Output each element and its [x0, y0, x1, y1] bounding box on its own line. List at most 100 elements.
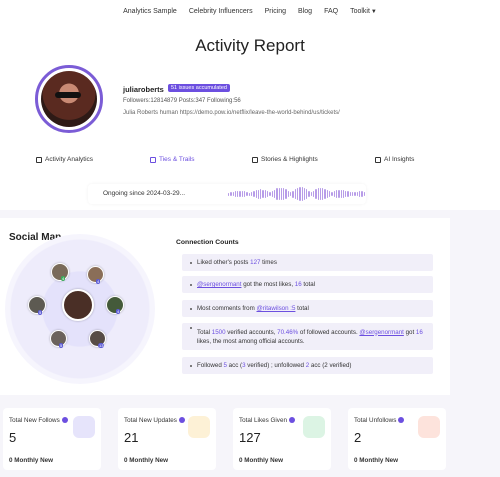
nav-toolkit[interactable]: Toolkit▼	[350, 8, 377, 15]
wave-bar	[237, 191, 239, 197]
help-icon[interactable]	[178, 417, 185, 424]
bullet-icon	[190, 307, 192, 310]
wave-bar	[312, 190, 315, 198]
stat-card-new-follows[interactable]: Total New Follows 5 0 Monthly New	[3, 408, 101, 470]
nav-faq[interactable]: FAQ	[324, 8, 338, 15]
list-item: Most comments from @ritawilson :5 total	[182, 300, 433, 317]
top-nav: Analytics Sample Celebrity Influencers P…	[0, 0, 500, 22]
report-tabs: Activity Analytics Ties & Trails Stories…	[0, 156, 500, 168]
wave-bar	[230, 192, 232, 196]
profile-node[interactable]	[62, 289, 94, 321]
connection-node[interactable]	[28, 296, 46, 314]
wave-bar	[232, 191, 234, 197]
user-minus-icon	[418, 416, 440, 438]
ongoing-banner: Ongoing since 2024-03-29...	[88, 184, 366, 204]
row-text: likes, the most among official accounts.	[197, 337, 305, 345]
tab-label: AI Insights	[384, 156, 415, 163]
wave-bar	[264, 190, 267, 198]
card-value: 2	[354, 430, 362, 445]
card-monthly: 0 Monthly New	[124, 457, 169, 464]
wave-bar	[303, 187, 306, 201]
profile-username: juliaroberts	[123, 85, 164, 94]
ongoing-text: Ongoing since 2024-03-29...	[103, 190, 186, 197]
nav-blog[interactable]: Blog	[298, 8, 312, 15]
wave-bar	[257, 189, 260, 199]
row-value: 16	[294, 281, 302, 288]
caret-down-icon: ▼	[370, 8, 377, 15]
user-link[interactable]: @ritawilson :5	[256, 305, 295, 312]
wave-bar	[280, 187, 283, 201]
help-icon[interactable]	[398, 417, 405, 424]
wave-bar	[319, 188, 322, 200]
wave-bar	[315, 189, 317, 199]
wave-bar	[354, 191, 356, 197]
wave-bar	[246, 191, 248, 197]
wave-bar	[239, 191, 241, 197]
connection-node[interactable]	[106, 296, 124, 314]
chart-icon	[303, 416, 325, 438]
stat-card-unfollows[interactable]: Total Unfollows 2 0 Monthly New	[348, 408, 446, 470]
card-label: Total New Updates	[124, 417, 177, 424]
row-text: total	[301, 281, 316, 288]
wave-bar	[292, 190, 294, 198]
row-value: 1500	[211, 328, 226, 336]
row-text: acc (	[226, 362, 243, 369]
wave-bar	[241, 191, 244, 197]
wave-bar	[333, 191, 335, 197]
nav-celebrity-influencers[interactable]: Celebrity Influencers	[189, 8, 253, 15]
nav-pricing[interactable]: Pricing	[265, 8, 286, 15]
help-icon[interactable]	[288, 417, 295, 424]
tab-label: Ties & Trails	[159, 156, 195, 163]
wave-bar	[260, 189, 262, 199]
connection-node[interactable]	[51, 263, 69, 281]
row-text: got	[403, 328, 416, 336]
wave-bar	[308, 190, 310, 198]
wave-bar	[322, 188, 324, 200]
row-value: 16	[415, 328, 423, 336]
card-label: Total Unfollows	[354, 417, 397, 424]
row-text: Liked other's posts	[197, 259, 251, 266]
tab-label: Activity Analytics	[45, 156, 94, 163]
avatar-image	[41, 71, 97, 127]
card-monthly: 0 Monthly New	[354, 457, 399, 464]
avatar	[35, 65, 103, 133]
page-title: Activity Report	[195, 36, 305, 55]
row-value: 70.46%	[277, 328, 299, 336]
row-text: verified accounts,	[225, 328, 278, 336]
stat-card-new-updates[interactable]: Total New Updates 21 0 Monthly New	[118, 408, 216, 470]
user-link[interactable]: @sergenormant	[197, 281, 241, 288]
wave-bar	[340, 189, 342, 199]
row-text: verified) ; unfollowed	[245, 362, 306, 369]
wave-bar	[273, 189, 276, 199]
wave-bar	[329, 191, 331, 197]
wave-bar	[269, 192, 271, 196]
tab-stories-highlights[interactable]: Stories & Highlights	[252, 156, 318, 163]
wave-bar	[255, 190, 257, 198]
row-text: of followed accounts.	[298, 328, 360, 336]
profile-stats: Followers:12814879 Posts:347 Following:5…	[123, 98, 241, 104]
list-item: @sergenormant got the most likes, 16 tot…	[182, 276, 433, 293]
stat-card-likes-given[interactable]: Total Likes Given 127 0 Monthly New	[233, 408, 331, 470]
tab-ai-insights[interactable]: AI Insights	[375, 156, 414, 163]
help-icon[interactable]	[61, 417, 68, 424]
wave-bar	[290, 192, 292, 196]
nav-analytics-sample[interactable]: Analytics Sample	[123, 8, 177, 15]
image-icon	[252, 156, 258, 163]
wave-bar	[356, 191, 358, 197]
wave-bar	[278, 187, 280, 201]
tab-ties-trails[interactable]: Ties & Trails	[150, 156, 195, 163]
wave-bar	[361, 191, 363, 197]
connection-counts-title: Connection Counts	[176, 239, 239, 246]
row-text: Total	[197, 328, 212, 336]
list-item: Liked other's posts 127 times	[182, 254, 433, 271]
wave-bar	[276, 188, 278, 200]
wave-bar	[358, 191, 361, 197]
card-value: 5	[9, 430, 17, 445]
tab-activity-analytics[interactable]: Activity Analytics	[36, 156, 93, 163]
sparkle-icon	[375, 156, 381, 163]
waveform-graphic	[228, 186, 365, 202]
wave-bar	[301, 187, 303, 201]
wave-bar	[228, 192, 230, 196]
bullet-icon	[190, 327, 192, 329]
user-link[interactable]: @sergenormant	[359, 329, 403, 336]
